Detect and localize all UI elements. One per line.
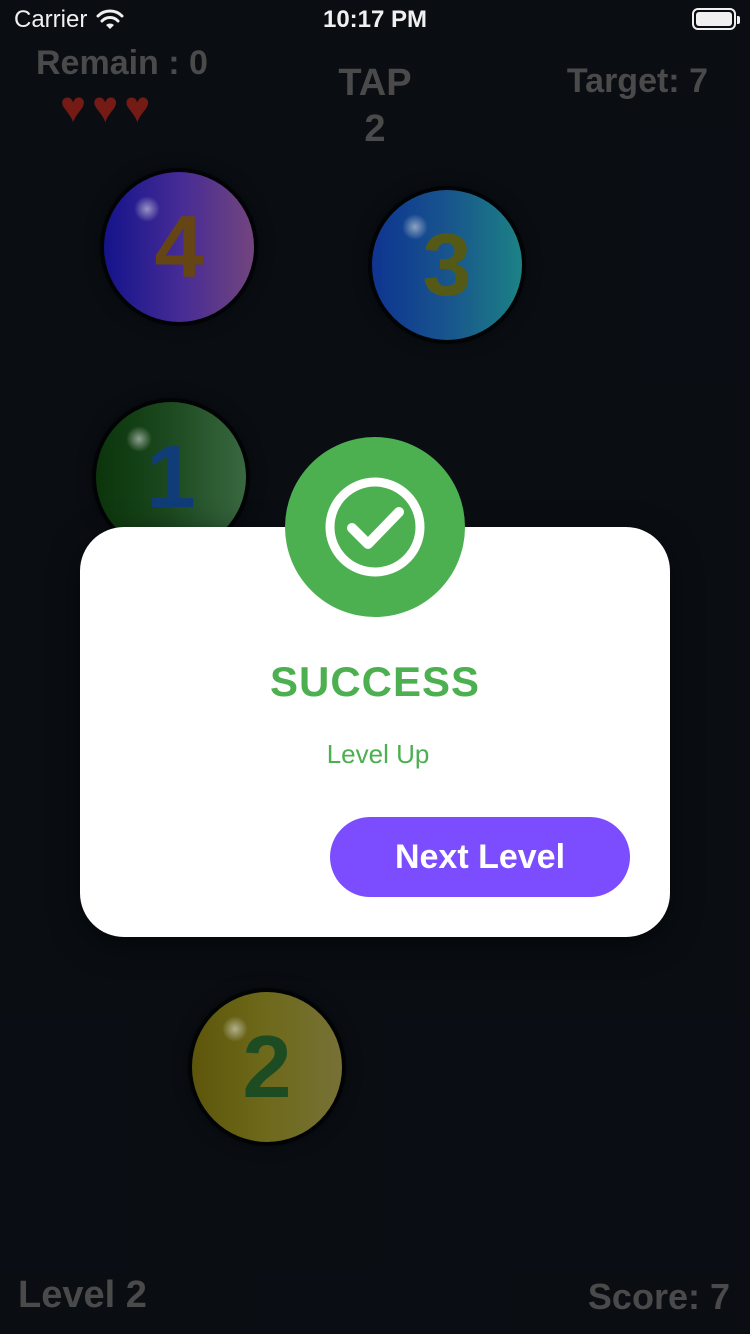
- next-level-button[interactable]: Next Level: [330, 817, 630, 897]
- dialog-title: SUCCESS: [269, 658, 481, 705]
- check-circle-icon: [285, 437, 465, 617]
- dialog-subtitle: Level Up: [326, 739, 430, 769]
- checkmark-icon: [325, 477, 425, 577]
